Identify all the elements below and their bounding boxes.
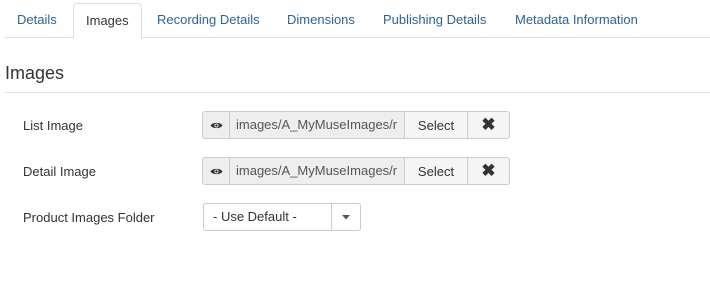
tab-recording-details[interactable]: Recording Details: [145, 3, 272, 38]
section-divider: [5, 92, 710, 93]
dropdown-toggle[interactable]: [331, 204, 360, 230]
eye-icon: [210, 168, 222, 174]
eye-icon: [210, 122, 222, 128]
tab-metadata-information[interactable]: Metadata Information: [503, 3, 650, 38]
detail-image-field-group: images/A_MyMuseImages/r Select ✖: [202, 157, 510, 185]
product-images-folder-label: Product Images Folder: [23, 210, 155, 225]
list-image-preview-button[interactable]: [202, 111, 230, 139]
list-image-label: List Image: [23, 118, 83, 133]
tab-bar: Details Images Recording Details Dimensi…: [5, 0, 710, 39]
caret-down-icon: [342, 214, 350, 219]
detail-image-path-input[interactable]: images/A_MyMuseImages/r: [230, 157, 405, 185]
tab-images[interactable]: Images: [73, 3, 142, 39]
detail-image-label: Detail Image: [23, 164, 96, 179]
list-image-field-group: images/A_MyMuseImages/r Select ✖: [202, 111, 510, 139]
product-images-folder-value: - Use Default -: [213, 209, 297, 224]
list-image-clear-button[interactable]: ✖: [468, 111, 510, 139]
tab-publishing-details[interactable]: Publishing Details: [371, 3, 498, 38]
x-icon: ✖: [481, 115, 496, 134]
detail-image-preview-button[interactable]: [202, 157, 230, 185]
detail-image-clear-button[interactable]: ✖: [468, 157, 510, 185]
tab-dimensions[interactable]: Dimensions: [275, 3, 367, 38]
product-images-folder-select[interactable]: - Use Default -: [203, 203, 361, 231]
list-image-path-input[interactable]: images/A_MyMuseImages/r: [230, 111, 405, 139]
x-icon: ✖: [481, 161, 496, 180]
detail-image-select-button[interactable]: Select: [405, 157, 468, 185]
tab-details[interactable]: Details: [5, 3, 69, 38]
section-title: Images: [5, 63, 65, 83]
list-image-select-button[interactable]: Select: [405, 111, 468, 139]
